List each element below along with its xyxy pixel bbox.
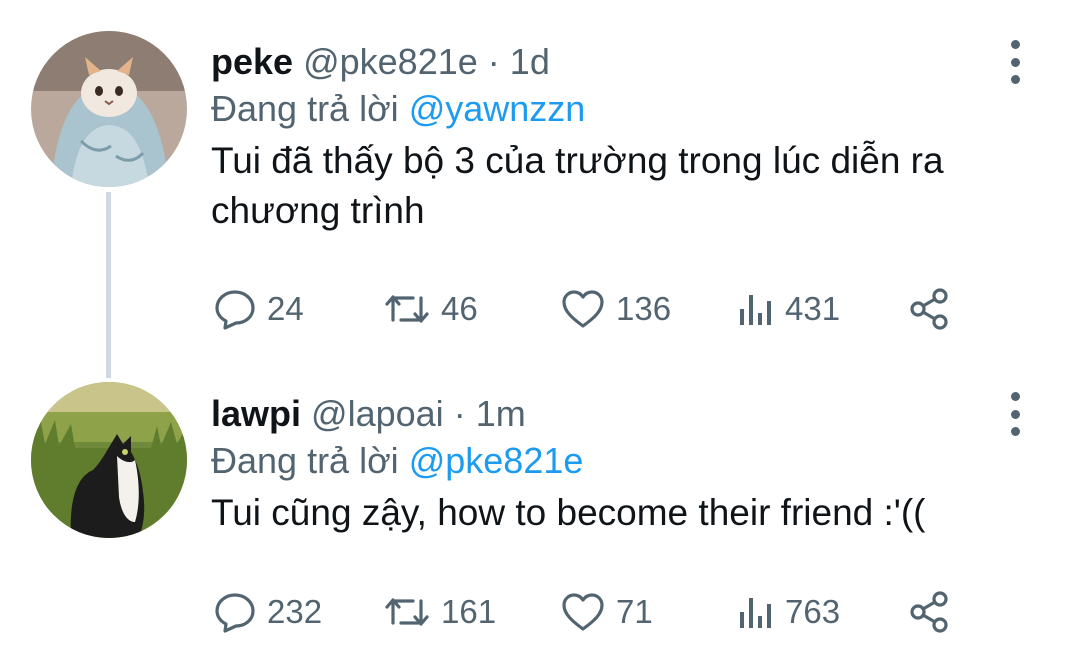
retweet-icon bbox=[385, 598, 429, 626]
like-count: 136 bbox=[616, 290, 672, 327]
avatar[interactable] bbox=[31, 31, 187, 187]
tweet-actions: 24 46 136 431 bbox=[213, 287, 953, 331]
retweet-button[interactable]: 46 bbox=[383, 287, 560, 331]
timestamp[interactable]: 1m bbox=[476, 393, 526, 434]
tweet-text: Tui đã thấy bộ 3 của trường trong lúc di… bbox=[211, 140, 944, 231]
tweet-actions: 232 161 71 763 bbox=[213, 590, 953, 634]
like-button[interactable]: 136 bbox=[560, 287, 735, 331]
timestamp[interactable]: 1d bbox=[510, 41, 550, 82]
share-icon bbox=[910, 591, 948, 633]
reply-button[interactable]: 24 bbox=[213, 287, 383, 331]
user-handle[interactable]: @pke821e bbox=[303, 41, 478, 82]
share-button[interactable] bbox=[907, 590, 953, 634]
views-icon bbox=[740, 295, 771, 325]
like-button[interactable]: 71 bbox=[560, 590, 735, 634]
avatar[interactable] bbox=[31, 382, 187, 538]
share-icon bbox=[910, 288, 948, 330]
retweet-count: 161 bbox=[441, 593, 497, 630]
views-count: 431 bbox=[785, 290, 841, 327]
views-count: 763 bbox=[785, 593, 841, 630]
reply-icon bbox=[215, 593, 255, 633]
tweet-text: Tui cũng zậy, how to become their friend… bbox=[211, 492, 926, 533]
tweet-header: lawpi @lapoai · 1m bbox=[211, 392, 1000, 436]
replying-to: Đang trả lời @pke821e bbox=[211, 436, 1000, 486]
reply-count: 24 bbox=[267, 290, 304, 327]
retweet-icon bbox=[385, 295, 429, 323]
tweet-header: peke @pke821e · 1d bbox=[211, 40, 1000, 84]
tweet-content: peke @pke821e · 1d Đang trả lời @yawnzzn… bbox=[211, 40, 1000, 236]
views-icon bbox=[740, 598, 771, 628]
reply-icon bbox=[215, 290, 255, 330]
replying-to-label: Đang trả lời bbox=[211, 88, 399, 129]
thread-connector bbox=[106, 192, 111, 378]
tweet-content: lawpi @lapoai · 1m Đang trả lời @pke821e… bbox=[211, 392, 1000, 538]
more-options-icon[interactable] bbox=[1000, 40, 1030, 84]
views-button[interactable]: 763 bbox=[735, 590, 907, 634]
tweet[interactable]: peke @pke821e · 1d Đang trả lời @yawnzzn… bbox=[0, 0, 1080, 378]
avatar-image bbox=[31, 382, 187, 538]
replying-to: Đang trả lời @yawnzzn bbox=[211, 84, 1000, 134]
replying-to-mention[interactable]: @pke821e bbox=[409, 440, 584, 481]
user-handle[interactable]: @lapoai bbox=[311, 393, 444, 434]
heart-icon bbox=[562, 593, 604, 631]
views-button[interactable]: 431 bbox=[735, 287, 907, 331]
share-button[interactable] bbox=[907, 287, 953, 331]
separator-dot: · bbox=[453, 393, 466, 434]
like-count: 71 bbox=[616, 593, 653, 630]
retweet-count: 46 bbox=[441, 290, 478, 327]
display-name[interactable]: lawpi bbox=[211, 393, 301, 434]
retweet-button[interactable]: 161 bbox=[383, 590, 560, 634]
heart-icon bbox=[562, 290, 604, 328]
more-options-icon[interactable] bbox=[1000, 392, 1030, 436]
reply-count: 232 bbox=[267, 593, 323, 630]
tweet[interactable]: lawpi @lapoai · 1m Đang trả lời @pke821e… bbox=[0, 370, 1080, 651]
avatar-image bbox=[31, 31, 187, 187]
separator-dot: · bbox=[487, 41, 500, 82]
replying-to-mention[interactable]: @yawnzzn bbox=[409, 88, 586, 129]
reply-button[interactable]: 232 bbox=[213, 590, 383, 634]
replying-to-label: Đang trả lời bbox=[211, 440, 399, 481]
display-name[interactable]: peke bbox=[211, 41, 293, 82]
